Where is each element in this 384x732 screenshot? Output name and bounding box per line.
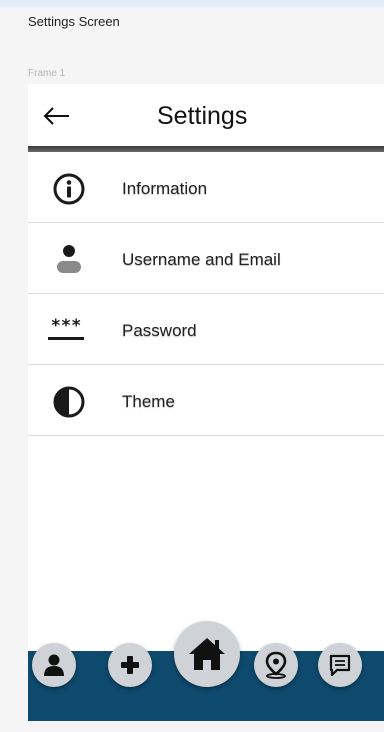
settings-frame: Settings Information Username and Email … bbox=[28, 84, 384, 721]
top-strip bbox=[0, 0, 384, 7]
password-icon: *** bbox=[48, 314, 86, 348]
user-icon bbox=[52, 243, 86, 277]
settings-item-label: Password bbox=[122, 321, 197, 340]
page-title: Settings bbox=[157, 102, 248, 130]
back-button[interactable] bbox=[42, 104, 72, 128]
settings-item-information[interactable]: Information bbox=[28, 152, 384, 223]
nav-add-button[interactable] bbox=[108, 643, 152, 687]
settings-item-theme[interactable]: Theme bbox=[28, 365, 384, 436]
settings-item-username-email[interactable]: Username and Email bbox=[28, 223, 384, 294]
canvas: Settings Screen Frame 1 Settings Informa… bbox=[0, 0, 384, 732]
frame-label: Frame 1 bbox=[28, 68, 66, 79]
message-icon bbox=[329, 654, 351, 677]
settings-list: Information Username and Email *** Passw… bbox=[28, 152, 384, 436]
home-icon bbox=[189, 638, 225, 670]
settings-item-label: Theme bbox=[122, 392, 175, 411]
contrast-icon bbox=[52, 385, 86, 419]
settings-item-label: Information bbox=[122, 179, 208, 198]
nav-location-button[interactable] bbox=[254, 643, 298, 687]
map-pin-icon bbox=[265, 651, 287, 679]
screen-title: Settings Screen bbox=[28, 14, 120, 29]
password-glyph: *** bbox=[51, 316, 82, 336]
arrow-left-icon bbox=[43, 107, 69, 125]
bottom-nav bbox=[28, 621, 384, 721]
user-icon bbox=[44, 654, 64, 676]
nav-messages-button[interactable] bbox=[318, 643, 362, 687]
info-circle-icon bbox=[52, 172, 86, 206]
plus-icon bbox=[121, 656, 139, 674]
settings-item-password[interactable]: *** Password bbox=[28, 294, 384, 365]
nav-home-button[interactable] bbox=[174, 621, 240, 687]
nav-profile-button[interactable] bbox=[32, 643, 76, 687]
settings-item-label: Username and Email bbox=[122, 250, 281, 269]
header: Settings bbox=[28, 84, 384, 152]
